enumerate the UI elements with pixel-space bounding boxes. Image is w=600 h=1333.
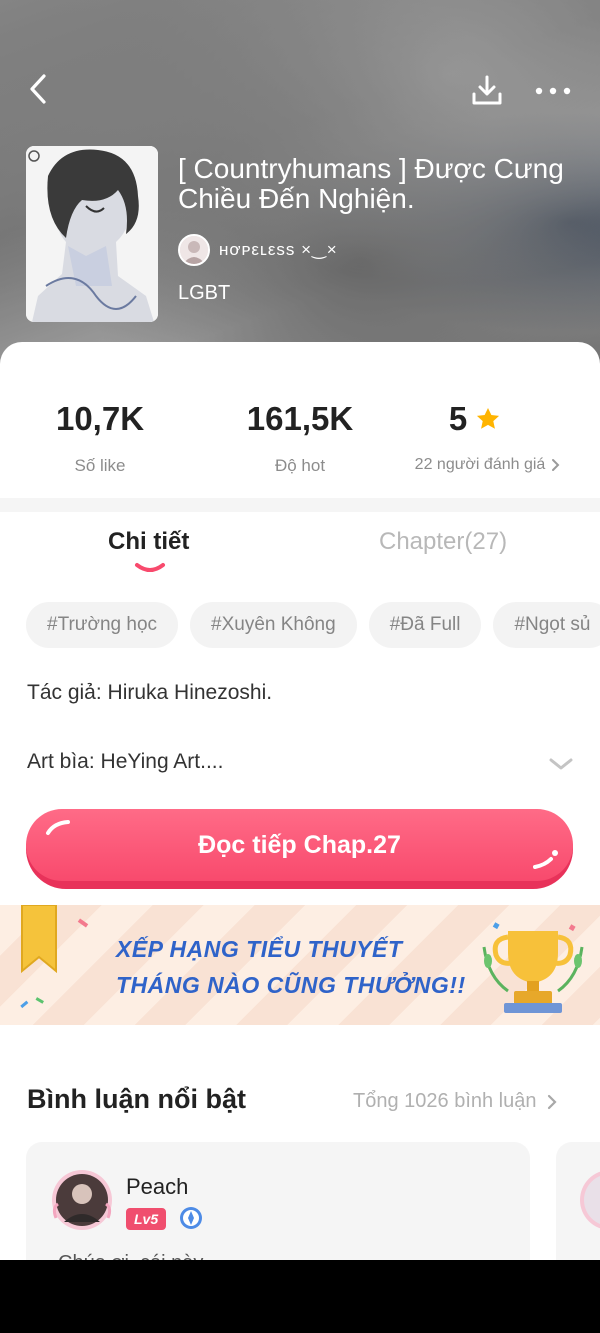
download-icon — [472, 75, 502, 105]
banner-line-1: XẾP HẠNG TIỂU THUYẾT — [116, 936, 403, 962]
tag-chip[interactable]: #Ngọt sủ — [493, 602, 600, 648]
tag-chip[interactable]: #Trường học — [26, 602, 179, 648]
rating-value: 5 — [448, 400, 468, 437]
story-header: [ Countryhumans ] Được Cưng Chiều Đến Ng… — [0, 0, 600, 370]
star-icon — [477, 407, 500, 429]
more-dots-icon — [535, 87, 571, 95]
confetti-decoration — [77, 918, 89, 928]
bookmark-ribbon-icon — [21, 905, 57, 973]
commenter-avatar — [52, 1170, 112, 1230]
author-avatar — [178, 234, 210, 266]
tab-chapter[interactable]: Chapter(27) — [379, 528, 507, 556]
likes-value: 10,7K — [55, 400, 145, 437]
shine-decoration — [46, 820, 70, 835]
trophy-icon — [482, 922, 584, 1013]
story-title: [ Countryhumans ] Được Cưng Chiều Đến Ng… — [178, 153, 564, 214]
verified-badge-icon — [180, 1207, 202, 1229]
story-cover-image — [26, 146, 158, 322]
tab-bar: Chi tiết Chapter(27) — [0, 512, 600, 592]
chevron-right-icon — [547, 1094, 557, 1109]
chevron-down-icon — [549, 758, 573, 770]
likes-label: Số like — [74, 456, 126, 475]
level-badge: Lv5 — [126, 1208, 167, 1230]
back-arrow-icon — [30, 74, 46, 104]
comment-card[interactable]: Peach Lv5 Chúa ơi, cái này ... — [26, 1142, 530, 1260]
comment-card[interactable] — [556, 1142, 600, 1260]
commenter-name: Peach — [126, 1174, 189, 1199]
all-comments-link[interactable]: Tổng 1026 bình luận — [353, 1090, 557, 1113]
shine-decoration — [533, 850, 558, 869]
system-navigation-bar — [0, 1260, 600, 1333]
description-art-line: Art bìa: HeYing Art.... — [27, 750, 224, 773]
chevron-right-icon — [552, 459, 560, 471]
hot-label: Độ hot — [274, 456, 326, 475]
banner-line-2: THÁNG NÀO CŨNG THƯỞNG!! — [116, 972, 466, 998]
tag-chip[interactable]: #Xuyên Không — [190, 602, 357, 648]
comment-total-label: Tổng 1026 bình luận — [353, 1090, 537, 1112]
tag-list: #Trường học #Xuyên Không #Đã Full #Ngọt sủ — [26, 602, 600, 650]
confetti-decoration — [20, 997, 44, 1009]
stats-row: 10,7K Số like 161,5K Độ hot 5 22 người đ… — [0, 342, 600, 498]
commenter-avatar — [580, 1171, 600, 1229]
featured-comments-heading: Bình luận nổi bật — [27, 1084, 246, 1114]
continue-reading-label: Đọc tiếp Chap.27 — [198, 830, 401, 859]
active-tab-indicator — [135, 563, 165, 572]
author-profile[interactable]: ʜơᴘεʟεss ×‿× — [178, 234, 338, 266]
story-detail-sheet: 10,7K Số like 161,5K Độ hot 5 22 người đ… — [0, 342, 600, 1260]
likes-stat: 10,7K Số like — [0, 400, 200, 476]
download-button[interactable] — [466, 70, 508, 112]
rating-count-label: 22 người đánh giá — [414, 456, 546, 473]
ranking-promo-banner[interactable]: XẾP HẠNG TIỂU THUYẾT THÁNG NÀO CŨNG THƯỞ… — [0, 905, 600, 1025]
back-button[interactable] — [18, 68, 58, 110]
description-author-line: Tác giả: Hiruka Hinezoshi. — [27, 681, 273, 704]
comment-text: Chúa ơi, cái này ... — [58, 1252, 226, 1260]
more-options-button[interactable] — [530, 72, 576, 110]
banner-text: XẾP HẠNG TIỂU THUYẾT THÁNG NÀO CŨNG THƯỞ… — [116, 931, 466, 1003]
expand-description-button[interactable] — [546, 754, 578, 780]
story-genre: LGBT — [178, 282, 231, 304]
section-divider — [0, 498, 600, 512]
rating-stat[interactable]: 5 22 người đánh giá — [390, 400, 600, 474]
continue-reading-button[interactable]: Đọc tiếp Chap.27 — [26, 809, 573, 889]
tag-chip[interactable]: #Đã Full — [368, 602, 482, 648]
author-name: ʜơᴘεʟεss ×‿× — [219, 240, 338, 259]
tab-detail[interactable]: Chi tiết — [108, 528, 189, 556]
